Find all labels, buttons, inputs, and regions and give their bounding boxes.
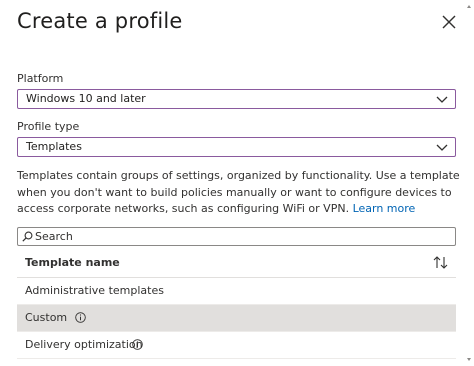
row-label: Delivery optimization (25, 338, 143, 351)
chevron-down-icon (436, 96, 448, 103)
row-label: Administrative templates (25, 284, 164, 297)
search-icon (22, 231, 33, 242)
row-label: Custom (25, 311, 68, 324)
table-row[interactable]: Administrative templates (17, 278, 456, 305)
create-profile-panel: Create a profile Platform Windows 10 and… (0, 0, 474, 366)
table-row[interactable]: Custom (17, 305, 456, 332)
learn-more-link[interactable]: Learn more (353, 202, 416, 215)
sort-icon[interactable] (433, 256, 448, 269)
templates-description: Templates contain groups of settings, or… (17, 168, 462, 218)
table-row[interactable]: Delivery optimization (17, 332, 456, 359)
platform-value: Windows 10 and later (26, 92, 146, 105)
search-box[interactable] (17, 227, 456, 246)
info-icon[interactable] (132, 339, 143, 350)
profile-type-label: Profile type (17, 120, 80, 133)
panel-title: Create a profile (17, 9, 183, 33)
chevron-down-icon (436, 144, 448, 151)
column-header-template-name[interactable]: Template name (25, 256, 120, 269)
profile-type-dropdown[interactable]: Templates (17, 137, 456, 157)
profile-type-value: Templates (26, 140, 82, 153)
table-header: Template name (17, 250, 456, 278)
close-icon[interactable] (440, 13, 458, 31)
platform-label: Platform (17, 72, 64, 85)
platform-dropdown[interactable]: Windows 10 and later (17, 89, 456, 109)
search-input[interactable] (35, 229, 445, 244)
templates-table: Template name Administrative templates C… (17, 250, 456, 359)
vertical-scrollbar[interactable] (464, 0, 474, 366)
info-icon[interactable] (75, 312, 86, 323)
